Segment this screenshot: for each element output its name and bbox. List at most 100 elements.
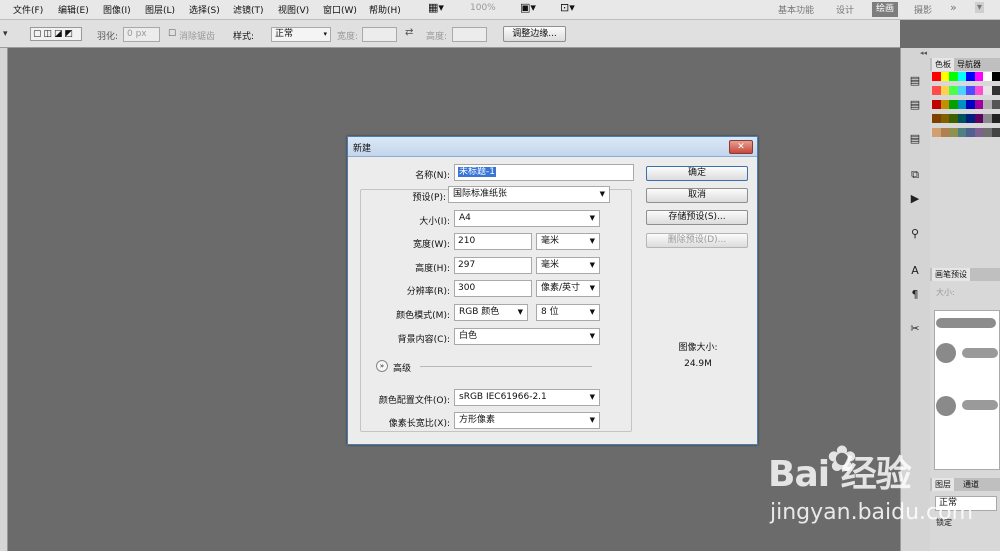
paths-icon[interactable]: ⚲ [906,225,924,243]
workspace-painting[interactable]: 绘画 [872,2,899,17]
antialias-label: 消除锯齿 [179,32,216,42]
menu-view[interactable]: 视图(V) [278,3,309,16]
chevron-down-icon: ▼ [589,416,595,424]
brush-icon[interactable]: ✂ [906,320,924,338]
swatch-grid[interactable] [932,72,1000,144]
resolution-unit-select[interactable]: 像素/英寸 ▼ [536,280,600,297]
workspace-essentials[interactable]: 基本功能 [778,3,814,16]
image-size-label: 图像大小: [678,343,718,353]
swatch[interactable] [991,100,1000,109]
menu-help[interactable]: 帮助(H) [369,3,401,16]
brush-stroke-preview [962,348,998,358]
color-mode-select[interactable]: RGB 颜色 ▼ [454,304,528,321]
background-select[interactable]: 白色 ▼ [454,328,600,345]
swatch[interactable] [991,86,1000,95]
workspace-photography[interactable]: 摄影 [914,3,932,16]
brush-list[interactable] [934,310,1000,470]
extras-icon[interactable]: ⊡▾ [560,1,575,14]
cs-live-icon[interactable]: ▾ [975,2,985,13]
name-label: 名称(N): [415,171,450,181]
feather-label: 羽化: [97,32,119,42]
layer-comps-icon[interactable]: ▤ [906,130,924,148]
image-size-value: 24.9M [684,359,712,369]
chevron-down-icon: ▼ [589,214,595,222]
menu-filter[interactable]: 滤镜(T) [233,3,264,16]
chevron-down-icon: ▼ [589,261,595,269]
swatch[interactable] [991,72,1000,81]
name-input[interactable]: 未标题-1 [454,164,634,181]
character-icon[interactable]: A [906,262,924,280]
width-label: 宽度: [337,32,359,42]
workspace-design[interactable]: 设计 [836,3,854,16]
feather-input[interactable]: 0 px [123,27,160,42]
delete-preset-button[interactable]: 删除预设(D)... [646,233,748,248]
chevron-down-icon: ▼ [599,190,605,198]
collapse-icon[interactable]: ◂◂ [920,49,927,57]
antialias-checkbox[interactable]: ☐ [168,29,176,39]
size-value: A4 [459,213,471,223]
paragraph-icon[interactable]: ¶ [906,286,924,304]
style-select[interactable]: 正常 ▾ [271,27,331,42]
save-preset-button[interactable]: 存储预设(S)... [646,210,748,225]
cancel-button[interactable]: 取消 [646,188,748,203]
tool-preset-icon[interactable]: ▾ [3,29,8,39]
advanced-toggle-icon[interactable]: » [376,360,388,372]
arrange-icon[interactable]: ▣▾ [520,1,536,14]
screen-mode-icon[interactable]: ▦▾ [428,1,444,14]
resolution-label: 分辨率(R): [406,287,450,297]
animation-icon[interactable]: ▶ [906,190,924,208]
background-value: 白色 [459,331,478,341]
chevron-down-icon: ▼ [589,237,595,245]
menu-layer[interactable]: 图层(L) [145,3,175,16]
width-label: 宽度(W): [413,240,450,250]
swatch[interactable] [991,128,1000,137]
options-bar: ▾ ▢◫◪◩ 羽化: 0 px ☐ 消除锯齿 样式: 正常 ▾ 宽度: ⇄ 高度:… [0,20,900,48]
menu-image[interactable]: 图像(I) [103,3,131,16]
resolution-input[interactable]: 300 [454,280,532,297]
size-select[interactable]: A4 ▼ [454,210,600,227]
height-input[interactable] [452,27,487,42]
bit-depth-select[interactable]: 8 位 ▼ [536,304,600,321]
swatch[interactable] [991,114,1000,123]
clone-source-icon[interactable]: ⧉ [906,166,924,184]
menu-window[interactable]: 窗口(W) [323,3,357,16]
width-input[interactable]: 210 [454,233,532,250]
height-input[interactable]: 297 [454,257,532,274]
color-profile-select[interactable]: sRGB IEC61966-2.1 ▼ [454,389,600,406]
tab-brush-presets[interactable]: 画笔预设 [932,268,970,281]
preset-value: 国际标准纸张 [453,189,508,199]
brush-size-label: 大小: [936,288,955,297]
tab-channels[interactable]: 通道 [960,478,982,491]
history-icon[interactable]: ▤ [906,72,924,90]
pixel-aspect-label: 像素长宽比(X): [388,419,450,429]
preset-select[interactable]: 国际标准纸张 ▼ [448,186,610,203]
dialog-title: 新建 [353,144,372,154]
width-unit-select[interactable]: 毫米 ▼ [536,233,600,250]
style-label: 样式: [233,32,255,42]
selection-mode-icons[interactable]: ▢◫◪◩ [30,27,82,41]
width-input[interactable] [362,27,397,42]
menu-edit[interactable]: 编辑(E) [58,3,89,16]
height-label: 高度: [426,32,448,42]
zoom-level[interactable]: 100% [470,3,496,13]
right-panels: 色板 导航器 画笔预设 大小: 图层 通道 正常 锁定 [930,48,1000,551]
watermark-url: jingyan.baidu.com [770,500,974,525]
chevron-down-icon: ▾ [323,30,327,38]
actions-icon[interactable]: ▤ [906,96,924,114]
tab-swatches[interactable]: 色板 [932,58,954,71]
paw-icon: ✿ [826,439,858,480]
height-unit-select[interactable]: 毫米 ▼ [536,257,600,274]
tab-layers[interactable]: 图层 [932,478,954,491]
workspace-more-icon[interactable]: » [950,1,957,14]
tab-navigator[interactable]: 导航器 [954,58,984,71]
ok-button[interactable]: 确定 [646,166,748,181]
swap-icon[interactable]: ⇄ [405,27,413,38]
close-icon[interactable]: ✕ [729,140,753,154]
size-label: 大小(I): [419,217,450,227]
name-value: 未标题-1 [458,167,496,177]
menu-file[interactable]: 文件(F) [13,3,43,16]
menu-select[interactable]: 选择(S) [189,3,220,16]
refine-edge-button[interactable]: 调整边缘... [503,26,566,42]
chevron-down-icon: ▼ [589,393,595,401]
pixel-aspect-select[interactable]: 方形像素 ▼ [454,412,600,429]
